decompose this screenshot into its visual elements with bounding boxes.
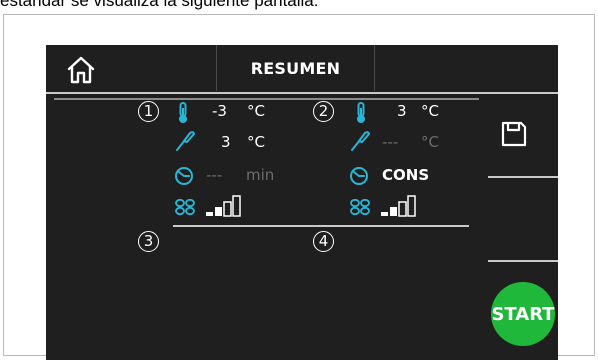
timer-icon <box>175 167 193 185</box>
zone-2-probe-unit: °C <box>421 133 439 151</box>
zones-divider-middle <box>173 225 469 227</box>
zone-2-fan-level <box>381 195 416 217</box>
header-divider <box>46 92 558 94</box>
screenshot-frame: RESUMEN 1 -3 °C 3 °C --- min 2 3 °C --- … <box>3 14 595 360</box>
fan-icon <box>350 198 370 216</box>
zone-1-number[interactable]: 1 <box>138 101 159 122</box>
zone-1-temp-value: -3 <box>212 102 227 120</box>
home-icon[interactable] <box>64 53 98 87</box>
zone-1-temp-unit: °C <box>247 102 265 120</box>
zone-1-fan-level <box>206 195 241 217</box>
zone-1-timer-value: --- <box>206 166 223 184</box>
zone-1-probe-value: 3 <box>221 133 231 151</box>
zone-2-timer-value: CONS <box>382 166 430 184</box>
page-title: RESUMEN <box>216 45 375 91</box>
timer-icon <box>350 167 368 185</box>
save-icon[interactable] <box>499 119 529 149</box>
zone-2-temp-unit: °C <box>421 102 439 120</box>
probe-icon <box>351 131 370 151</box>
zone-1-probe-unit: °C <box>247 133 265 151</box>
side-divider-2 <box>488 260 558 262</box>
probe-icon <box>176 131 195 151</box>
page-caption: estándar se visualiza la siguiente panta… <box>0 0 319 10</box>
side-divider-1 <box>488 176 558 178</box>
zone-2-number[interactable]: 2 <box>313 101 334 122</box>
controller-screen: RESUMEN 1 -3 °C 3 °C --- min 2 3 °C --- … <box>46 45 558 360</box>
zones-divider-top <box>54 98 479 100</box>
zone-2-temp-value: 3 <box>397 102 407 120</box>
zone-1-timer-unit: min <box>246 166 275 184</box>
start-button[interactable]: START <box>491 282 555 346</box>
fan-icon <box>175 198 195 216</box>
zone-2-probe-value: --- <box>382 133 399 151</box>
zone-4-number[interactable]: 4 <box>313 231 334 252</box>
thermometer-icon <box>179 102 187 123</box>
top-bar: RESUMEN <box>46 45 558 93</box>
thermometer-icon <box>357 102 365 123</box>
zone-3-number[interactable]: 3 <box>138 231 159 252</box>
